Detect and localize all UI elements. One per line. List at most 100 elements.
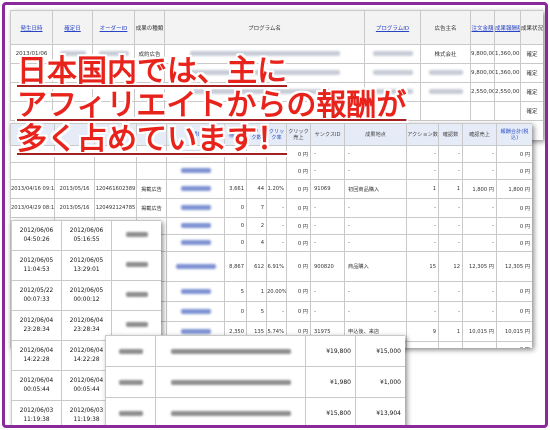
impressions-cell: 0 [224, 301, 247, 322]
occurred-datetime-cell: 2012/06/03 11:19:38 [11, 400, 62, 425]
redacted-text [125, 292, 148, 297]
thanks-id-cell: - [310, 234, 345, 252]
confirm-cell: 2013/05/16 [54, 198, 95, 218]
total-reward-cell: 0 円 [496, 145, 532, 163]
impressions-cell: 8,867 [224, 251, 247, 282]
total-reward-cell: 12,305 円 [496, 251, 532, 282]
confirmed-datetime-cell: 2012/06/04 14:22:28 [61, 340, 112, 371]
redacted-program-name [180, 186, 211, 191]
product-cell [155, 366, 306, 398]
thanks-id-cell: 900820 [310, 251, 345, 282]
click-sales-cell: 0 円 [286, 281, 311, 302]
redacted-program-name [180, 288, 211, 294]
confirmed-time: 00:05:44 [73, 386, 100, 393]
actions-cell: - [406, 301, 439, 322]
impressions-cell [224, 162, 247, 180]
table-row: ¥15,800 ¥13,904 [105, 397, 405, 425]
image-frame: 発生日時 確定日 オーダーID 成果の種類 プログラム名 プログラムID 広告主… [2, 2, 548, 428]
confirmed-time: 11:19:38 [73, 416, 100, 423]
redacted-text [170, 348, 291, 354]
confirmed-sales-cell: - [462, 281, 497, 302]
sort-confirm-header[interactable]: 確定日 [52, 10, 93, 45]
report-amounts-sheet: ¥19,800 ¥15,000 ¥1,980 ¥1,000 ¥15,800 ¥13,904 [105, 335, 405, 425]
type-cell: 掲載広告 [136, 198, 167, 218]
sort-date-header[interactable]: 発生日時 [10, 10, 53, 45]
order-id-cell [94, 162, 137, 180]
occurred-date: 2012/06/03 [19, 407, 54, 414]
headline: 日本国内では、主に アフィリエイトからの報酬が 多く占めています！ [17, 55, 406, 157]
redacted-program-name [180, 308, 211, 314]
occurred-time: 14:22:28 [23, 356, 50, 363]
confirmed-date: 2012/06/05 [69, 257, 104, 264]
confirmed-cell: - [438, 198, 463, 218]
confirmed-datetime-cell: 2012/06/05 00:00:12 [61, 280, 112, 311]
confirmed-cell: 1 [438, 179, 463, 199]
confirm-cell: 2013/05/16 [54, 179, 95, 199]
reward-cell: ¥1,000 [355, 366, 405, 398]
occurred-datetime-cell: 2012/05/22 00:07:33 [11, 280, 62, 311]
impressions-cell: 5 [224, 281, 247, 302]
redacted-cell [111, 280, 161, 311]
program-cell [166, 301, 225, 322]
confirmed-time: 00:00:12 [73, 296, 100, 303]
impressions-cell: 0 [224, 234, 247, 252]
result-point-cell: - [344, 281, 407, 302]
thanks-id-cell: - [310, 217, 345, 235]
order-id-cell: 120492124785 [94, 198, 137, 218]
type-cell [136, 162, 167, 180]
sort-reward-header[interactable]: 成果報酬額 [494, 10, 521, 45]
confirmed-cell: - [438, 281, 463, 302]
redacted-cell [105, 366, 156, 398]
redacted-program-name [180, 328, 211, 334]
report-amounts-table: ¥19,800 ¥15,000 ¥1,980 ¥1,000 ¥15,800 ¥13,904 [105, 335, 405, 425]
actions-cell: - [406, 145, 439, 163]
confirmed-time: 05:16:55 [73, 236, 100, 243]
confirmed-cell: - [438, 217, 463, 235]
headline-line-3: 多く占めています！ [17, 122, 287, 157]
redacted-text [118, 379, 143, 385]
occurred-time: 00:05:44 [23, 386, 50, 393]
occurred-datetime-cell: 2012/06/04 00:05:44 [11, 370, 62, 401]
table-row: 2012/06/05 11:04:53 2012/06/05 13:29:01 [11, 250, 161, 281]
table-row: 2012/05/22 00:07:33 2012/06/05 00:00:12 [11, 280, 161, 311]
price-cell: ¥1,980 [305, 366, 356, 398]
reward-cell: 1,360,00 [494, 44, 521, 64]
redacted-text [118, 348, 143, 354]
occurred-datetime-cell: 2012/06/04 23:28:34 [11, 310, 62, 341]
reward-cell: ¥15,000 [355, 335, 405, 367]
occurred-date: 2012/06/04 [19, 347, 54, 354]
redacted-program-name [180, 240, 211, 245]
redacted-cell [111, 250, 161, 281]
redacted-text [170, 410, 291, 416]
ctr-cell: - [266, 217, 287, 235]
price-cell: ¥15,800 [305, 397, 356, 425]
clicks-cell: 44 [246, 179, 267, 199]
sort-amount-header[interactable]: 注文金額 [470, 10, 495, 45]
total-reward-cell: 0 円 [496, 341, 532, 348]
click-sales-cell: 0 円 [286, 301, 311, 322]
confirmed-sales-cell: - [462, 145, 497, 163]
actions-cell [406, 341, 439, 348]
redacted-cell [105, 397, 156, 425]
occurred-time: 11:04:53 [23, 266, 50, 273]
thanks-id-cell: 91069 [310, 179, 345, 199]
confirmed-cell: - [438, 162, 463, 180]
occurred-date: 2012/06/04 [19, 377, 54, 384]
total-reward-cell: 0 円 [496, 301, 532, 322]
redacted-cell [111, 220, 161, 251]
total-reward-header: 報酬合計(税込) [496, 123, 532, 146]
sort-program-id-header[interactable]: プログラムID [364, 10, 421, 45]
confirmed-cell: - [438, 145, 463, 163]
redacted-text [125, 322, 148, 327]
confirmed-sales-cell: - [462, 162, 497, 180]
confirmed-sales-cell: - [462, 217, 497, 235]
total-reward-cell: 0 円 [496, 217, 532, 235]
type-cell: 掲載広告 [136, 179, 167, 199]
report-top-header-row: 発生日時 確定日 オーダーID 成果の種類 プログラム名 プログラムID 広告主… [10, 10, 543, 45]
sort-order-header[interactable]: オーダーID [92, 10, 135, 45]
advertiser-header: 広告主名 [420, 10, 471, 45]
order-id-cell: 120461602389 [94, 179, 137, 199]
confirmed-date: 2012/06/04 [69, 347, 104, 354]
confirmed-datetime-cell: 2012/06/04 00:05:44 [61, 370, 112, 401]
ctr-cell [266, 162, 287, 180]
